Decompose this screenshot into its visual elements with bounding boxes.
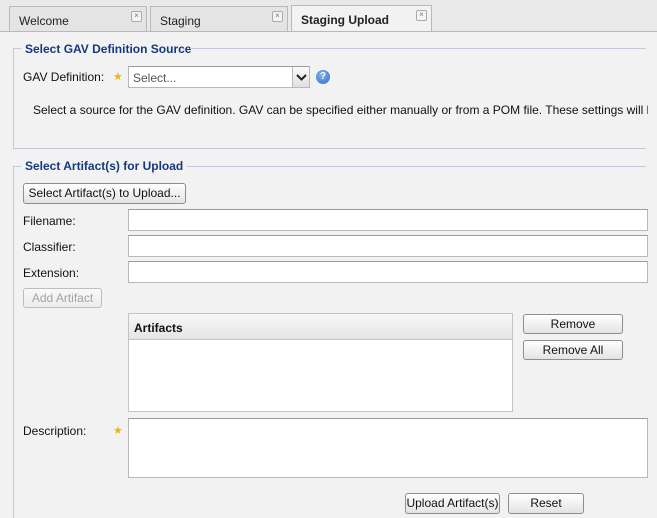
close-icon[interactable]: ×	[131, 11, 142, 22]
gav-definition-label: GAV Definition:	[23, 70, 105, 84]
artifact-section-legend: Select Artifact(s) for Upload	[25, 159, 184, 173]
tab-welcome[interactable]: Welcome ×	[9, 6, 147, 31]
remove-all-button[interactable]: Remove All	[523, 340, 623, 360]
extension-input[interactable]	[128, 261, 648, 283]
tab-bar: Welcome × Staging × Staging Upload ×	[0, 0, 657, 32]
description-label: Description:	[23, 424, 87, 438]
remove-button[interactable]: Remove	[523, 314, 623, 334]
filename-value	[129, 213, 137, 221]
classifier-label: Classifier:	[23, 240, 76, 254]
help-icon[interactable]: ?	[316, 70, 330, 84]
classifier-input[interactable]	[128, 235, 648, 257]
filename-label: Filename:	[23, 214, 76, 228]
divider	[190, 48, 646, 49]
artifacts-grid[interactable]	[128, 340, 513, 412]
description-textarea[interactable]	[128, 418, 648, 478]
tab-staging-upload[interactable]: Staging Upload ×	[291, 5, 432, 32]
add-artifact-button[interactable]: Add Artifact	[23, 288, 102, 308]
gav-definition-select[interactable]: Select...	[128, 66, 310, 88]
upload-artifacts-button[interactable]: Upload Artifact(s)	[405, 493, 500, 514]
tab-staging[interactable]: Staging ×	[150, 6, 288, 31]
extension-label: Extension:	[23, 266, 80, 280]
chevron-down-icon	[296, 74, 307, 81]
divider	[13, 166, 21, 167]
gav-section-legend: Select GAV Definition Source	[25, 42, 192, 56]
fieldset-border	[13, 166, 14, 518]
classifier-value	[129, 239, 137, 247]
tab-label: Staging	[160, 14, 201, 28]
divider	[13, 148, 646, 149]
filename-input[interactable]	[128, 209, 648, 231]
select-artifacts-button[interactable]: Select Artifact(s) to Upload...	[23, 183, 186, 204]
description-value	[129, 422, 137, 430]
required-star-icon: ★	[113, 425, 123, 437]
required-star-icon: ★	[113, 71, 123, 83]
tab-label: Welcome	[19, 14, 69, 28]
reset-button[interactable]: Reset	[508, 493, 584, 514]
extension-value	[129, 265, 137, 273]
artifacts-grid-header: Artifacts	[128, 313, 513, 340]
divider	[187, 166, 646, 167]
divider	[13, 48, 21, 49]
close-icon[interactable]: ×	[416, 10, 427, 21]
gav-definition-value: Select...	[133, 71, 177, 85]
dropdown-button[interactable]	[292, 67, 309, 87]
close-icon[interactable]: ×	[272, 11, 283, 22]
tab-divider	[0, 31, 657, 32]
fieldset-border	[13, 48, 14, 148]
tab-label: Staging Upload	[301, 13, 389, 27]
gav-help-text: Select a source for the GAV definition. …	[33, 103, 648, 117]
